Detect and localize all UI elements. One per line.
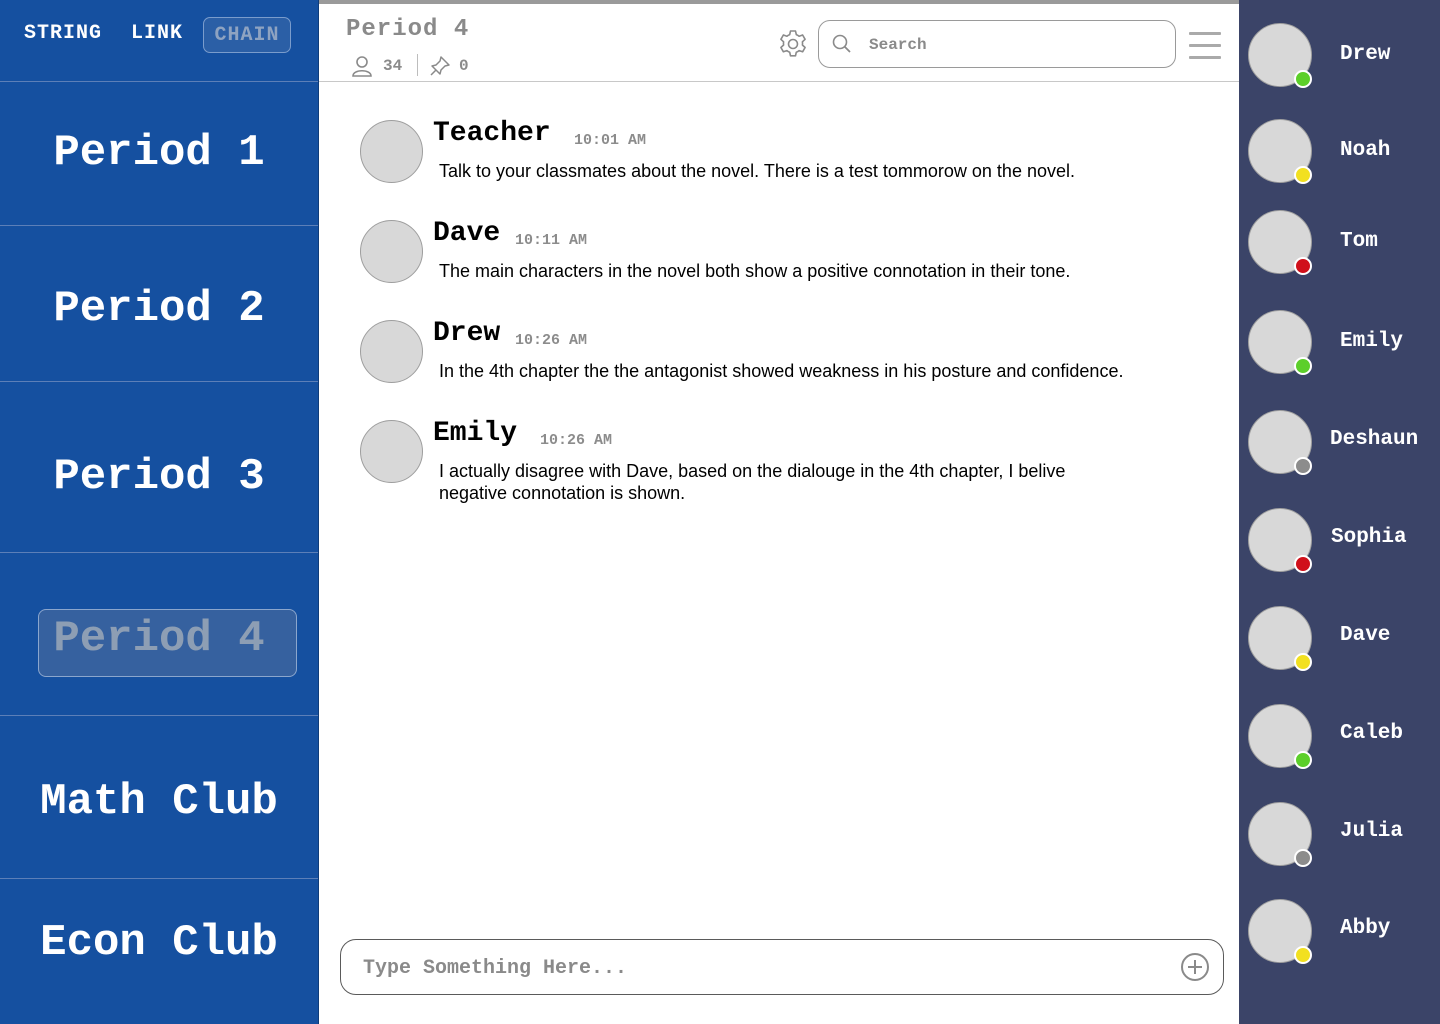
status-offline-indicator xyxy=(1294,457,1312,475)
member-name: Noah xyxy=(1340,139,1391,162)
message-composer[interactable] xyxy=(340,939,1224,995)
status-busy-indicator xyxy=(1294,555,1312,573)
message-timestamp: 10:26 AM xyxy=(515,332,588,349)
member-name: Caleb xyxy=(1340,722,1404,745)
avatar[interactable] xyxy=(360,220,423,283)
channel-label: Period 1 xyxy=(53,128,265,178)
message-author[interactable]: Emily xyxy=(433,418,517,449)
member-name: Dave xyxy=(1340,624,1391,647)
channel-period-4[interactable]: Period 4 xyxy=(0,553,318,716)
member-name: Deshaun xyxy=(1330,428,1419,451)
member-item[interactable]: Noah xyxy=(1239,119,1440,189)
channel-label: Math Club xyxy=(40,777,278,827)
member-name: Drew xyxy=(1340,43,1391,66)
pin-icon[interactable] xyxy=(429,55,451,82)
member-name: Sophia xyxy=(1331,526,1407,549)
divider xyxy=(417,54,418,76)
member-name: Emily xyxy=(1340,330,1404,353)
brand-word-link: LINK xyxy=(131,22,184,45)
member-item[interactable]: Deshaun xyxy=(1239,410,1440,480)
status-online-indicator xyxy=(1294,357,1312,375)
add-attachment-icon[interactable] xyxy=(1180,952,1210,987)
channel-label: Period 2 xyxy=(53,284,265,334)
user-icon xyxy=(351,55,373,82)
status-away-indicator xyxy=(1294,166,1312,184)
member-name: Julia xyxy=(1340,820,1404,843)
member-item[interactable]: Emily xyxy=(1239,310,1440,380)
channel-period-3[interactable]: Period 3 xyxy=(0,382,318,553)
status-online-indicator xyxy=(1294,70,1312,88)
brand-logo: STRING LINK CHAIN xyxy=(0,0,318,82)
message-timestamp: 10:11 AM xyxy=(515,232,588,249)
status-away-indicator xyxy=(1294,653,1312,671)
channel-label: Period 4 xyxy=(53,614,265,664)
message-text: Talk to your classmates about the novel.… xyxy=(439,161,1075,181)
message-author[interactable]: Teacher xyxy=(433,118,551,149)
search-input[interactable] xyxy=(867,32,1151,58)
message-timestamp: 10:01 AM xyxy=(574,132,647,149)
channel-label: Period 3 xyxy=(53,452,265,502)
status-busy-indicator xyxy=(1294,257,1312,275)
message-input[interactable] xyxy=(361,954,1145,982)
member-name: Tom xyxy=(1340,230,1378,253)
message-text: I actually disagree with Dave, based on … xyxy=(439,461,1066,503)
member-count: 34 xyxy=(383,57,403,75)
menu-icon[interactable] xyxy=(1189,32,1221,68)
channel-period-2[interactable]: Period 2 xyxy=(0,226,318,382)
avatar[interactable] xyxy=(360,320,423,383)
member-item[interactable]: Drew xyxy=(1239,23,1440,93)
search-box[interactable] xyxy=(818,20,1176,68)
message-timestamp: 10:26 AM xyxy=(540,432,613,449)
channel-label: Econ Club xyxy=(40,918,278,968)
channel-period-1[interactable]: Period 1 xyxy=(0,82,318,226)
member-item[interactable]: Julia xyxy=(1239,802,1440,872)
message-text: The main characters in the novel both sh… xyxy=(439,261,1071,281)
gear-icon[interactable] xyxy=(777,28,809,65)
channel-sidebar: STRING LINK CHAIN Period 1 Period 2 Peri… xyxy=(0,0,319,1024)
avatar[interactable] xyxy=(360,120,423,183)
chat-header: Period 4 34 0 xyxy=(319,0,1239,82)
status-away-indicator xyxy=(1294,946,1312,964)
pinned-count: 0 xyxy=(459,57,469,75)
search-icon xyxy=(831,33,853,60)
member-item[interactable]: Sophia xyxy=(1239,508,1440,578)
channel-title: Period 4 xyxy=(346,16,470,43)
status-offline-indicator xyxy=(1294,849,1312,867)
brand-word-string: STRING xyxy=(24,22,103,45)
avatar[interactable] xyxy=(360,420,423,483)
member-item[interactable]: Abby xyxy=(1239,899,1440,969)
message-list: Teacher 10:01 AM Talk to your classmates… xyxy=(319,82,1239,924)
channel-math-club[interactable]: Math Club xyxy=(0,716,318,879)
brand-word-chain: CHAIN xyxy=(203,17,291,53)
member-item[interactable]: Tom xyxy=(1239,210,1440,280)
message-author[interactable]: Drew xyxy=(433,318,500,349)
status-online-indicator xyxy=(1294,751,1312,769)
message-text: In the 4th chapter the the antagonist sh… xyxy=(439,361,1124,381)
member-item[interactable]: Caleb xyxy=(1239,704,1440,774)
members-panel: Drew Noah Tom Emily Deshaun Sophia Dave … xyxy=(1239,0,1440,1024)
member-item[interactable]: Dave xyxy=(1239,606,1440,676)
member-name: Abby xyxy=(1340,917,1391,940)
channel-econ-club[interactable]: Econ Club xyxy=(0,879,318,1024)
message-author[interactable]: Dave xyxy=(433,218,500,249)
